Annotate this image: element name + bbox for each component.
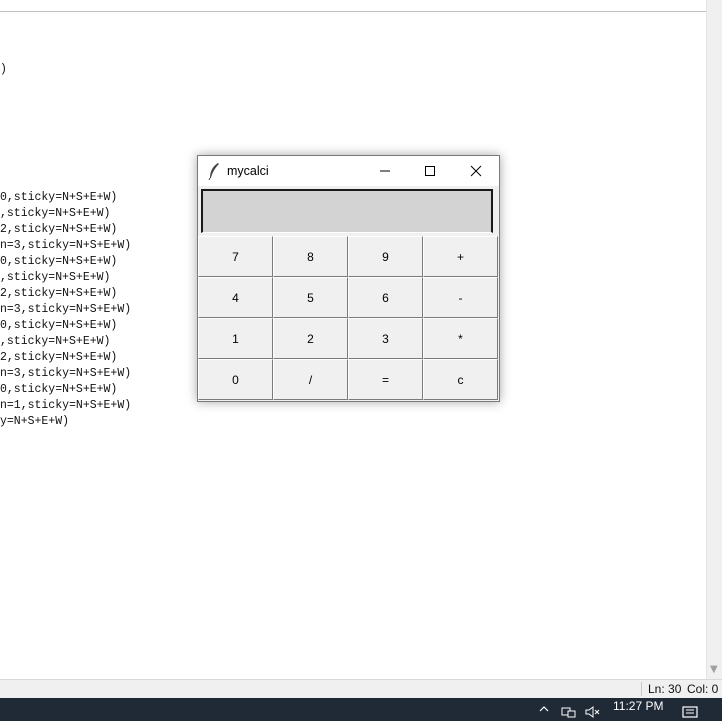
- code-line: 0,sticky=N+S+E+W): [0, 255, 118, 268]
- show-hidden-icons-chevron-icon[interactable]: [539, 704, 549, 714]
- code-line: n=3,sticky=N+S+E+W): [0, 239, 132, 252]
- scroll-down-arrow-icon[interactable]: ▼: [710, 665, 718, 675]
- code-line: n=3,sticky=N+S+E+W): [0, 303, 132, 316]
- key-3[interactable]: 3: [348, 318, 423, 359]
- key-2[interactable]: 2: [273, 318, 348, 359]
- window-title: mycalci: [227, 164, 269, 178]
- taskbar: 11:27 PM: [0, 698, 722, 721]
- calculator-keypad: 7 8 9 + 4 5 6 - 1 2 3 * 0 / = c: [198, 236, 499, 401]
- key-divide[interactable]: /: [273, 359, 348, 400]
- column-number-indicator: Col: 0: [687, 682, 719, 696]
- key-6[interactable]: 6: [348, 277, 423, 318]
- notifications-icon[interactable]: [682, 706, 698, 720]
- code-line: ,sticky=N+S+E+W): [0, 335, 111, 348]
- key-8[interactable]: 8: [273, 236, 348, 277]
- code-line: 2,sticky=N+S+E+W): [0, 287, 118, 300]
- window-titlebar[interactable]: mycalci: [198, 156, 499, 186]
- key-1[interactable]: 1: [198, 318, 273, 359]
- code-line: 0,sticky=N+S+E+W): [0, 191, 118, 204]
- key-4[interactable]: 4: [198, 277, 273, 318]
- key-equals[interactable]: =: [348, 359, 423, 400]
- code-line: n=3,sticky=N+S+E+W): [0, 367, 132, 380]
- status-separator: [641, 682, 642, 696]
- feather-app-icon: [208, 163, 219, 180]
- code-line: y=N+S+E+W): [0, 415, 70, 428]
- key-9[interactable]: 9: [348, 236, 423, 277]
- code-line: ): [0, 63, 7, 76]
- close-icon: [470, 165, 482, 177]
- code-line: 0,sticky=N+S+E+W): [0, 319, 118, 332]
- network-icon[interactable]: [561, 706, 577, 718]
- vertical-scrollbar[interactable]: ▼: [706, 0, 722, 679]
- key-multiply[interactable]: *: [423, 318, 498, 359]
- maximize-button[interactable]: [407, 156, 452, 186]
- calculator-display[interactable]: [201, 189, 493, 233]
- maximize-icon: [425, 166, 435, 176]
- volume-muted-icon[interactable]: [585, 706, 601, 718]
- code-line: 2,sticky=N+S+E+W): [0, 351, 118, 364]
- key-7[interactable]: 7: [198, 236, 273, 277]
- close-button[interactable]: [453, 156, 498, 186]
- code-line: 0,sticky=N+S+E+W): [0, 383, 118, 396]
- key-5[interactable]: 5: [273, 277, 348, 318]
- code-line: 2,sticky=N+S+E+W): [0, 223, 118, 236]
- code-line: ,sticky=N+S+E+W): [0, 271, 111, 284]
- key-plus[interactable]: +: [423, 236, 498, 277]
- line-number-indicator: Ln: 30: [648, 682, 682, 696]
- calculator-window: mycalci 7 8 9 + 4 5 6 - 1 2 3 * 0 / = c: [197, 155, 500, 402]
- taskbar-clock[interactable]: 11:27 PM: [613, 699, 663, 713]
- minimize-button[interactable]: [362, 156, 407, 186]
- minimize-icon: [380, 170, 390, 172]
- key-minus[interactable]: -: [423, 277, 498, 318]
- code-line: n=1,sticky=N+S+E+W): [0, 399, 132, 412]
- key-clear[interactable]: c: [423, 359, 498, 400]
- key-0[interactable]: 0: [198, 359, 273, 400]
- code-line: ,sticky=N+S+E+W): [0, 207, 111, 220]
- status-bar: Ln: 30 Col: 0: [0, 679, 722, 698]
